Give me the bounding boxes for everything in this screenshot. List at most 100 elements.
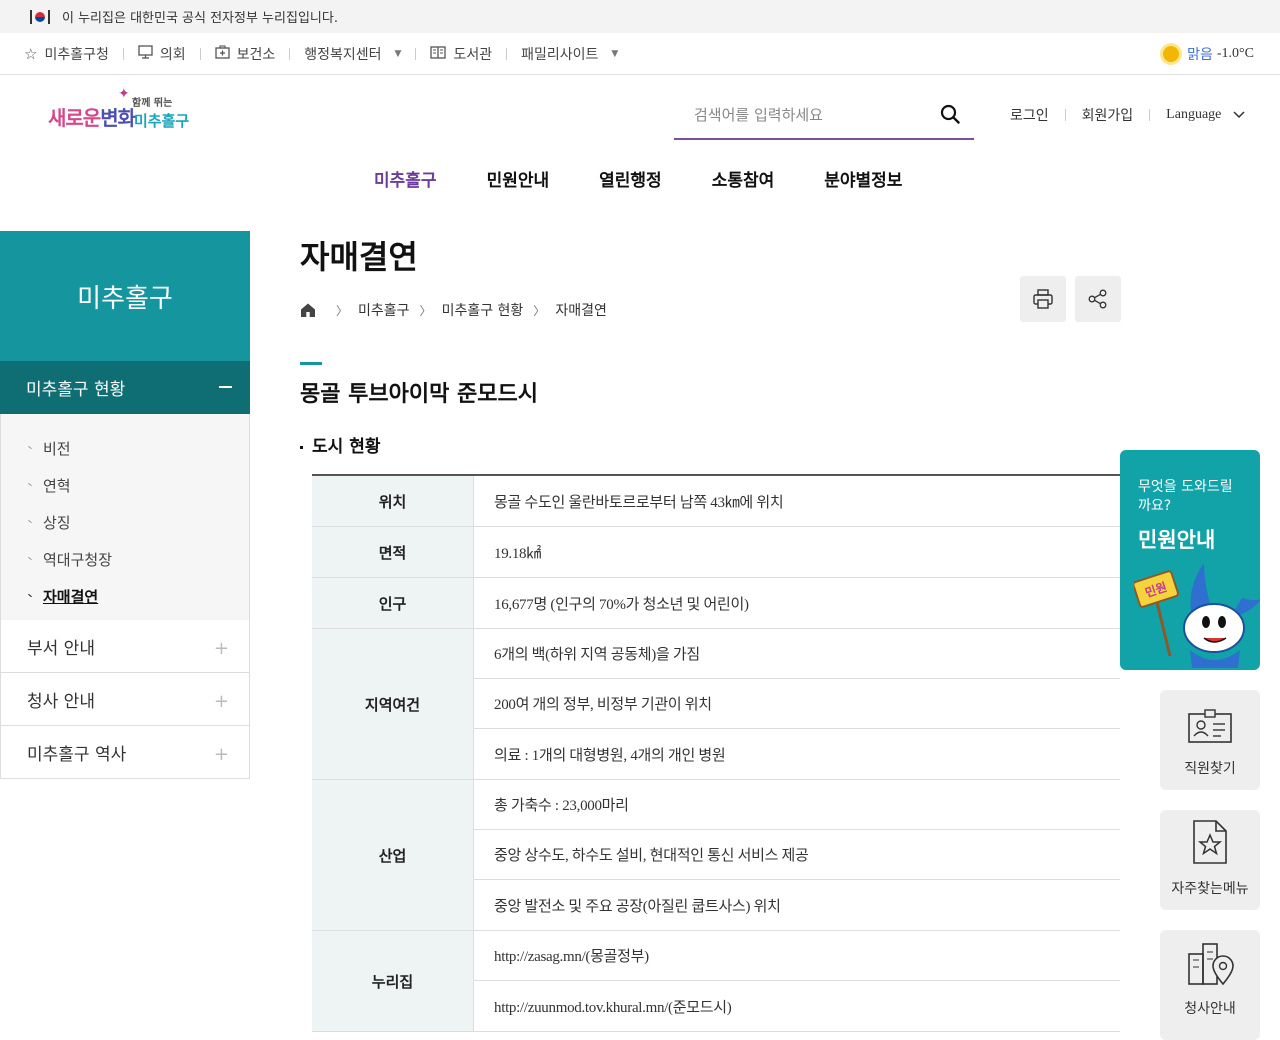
gnb-item-michuhol[interactable]: 미추홀구	[374, 166, 437, 191]
caret-down-icon: ▼	[611, 48, 619, 59]
plus-icon[interactable]: +	[214, 640, 229, 658]
bullet-icon	[300, 445, 303, 449]
main-nav: 미추홀구 민원안내 열린행정 소통참여 분야별정보	[374, 166, 952, 191]
divider	[1149, 109, 1151, 121]
util-item-library[interactable]: 도서관	[430, 44, 492, 64]
sidebar-sub-history[interactable]: 연혁	[1, 467, 249, 504]
sidebar-sub-former-mayors[interactable]: 역대구청장	[1, 541, 249, 578]
table-cell: 16,677명 (인구의 70%가 청소년 및 어린이)	[494, 596, 749, 613]
divider	[1064, 109, 1066, 121]
table-row: 지역여건 6개의 백(하위 지역 공동체)을 가짐 200여 개의 정부, 비정…	[312, 629, 1120, 780]
breadcrumb-item[interactable]: 미추홀구 현황	[442, 300, 524, 320]
divider	[199, 47, 201, 60]
sidebar-sub-sister-city[interactable]: 자매결연	[1, 578, 249, 615]
id-card-icon	[1188, 709, 1232, 743]
table-row: 산업 총 가축수 : 23,000마리 중앙 상수도, 하수도 설비, 현대적인…	[312, 780, 1120, 931]
sidebar-item-status[interactable]: 미추홀구 현황	[0, 361, 250, 414]
logo-subtext: 함께 뛰는	[132, 98, 173, 109]
sidebar-title: 미추홀구	[0, 231, 250, 361]
sidebar-item-departments[interactable]: 부서 안내 +	[0, 620, 250, 673]
util-item-family-site[interactable]: 패밀리사이트 ▼	[521, 44, 618, 64]
plus-icon[interactable]: +	[214, 746, 229, 764]
civil-question: 무엇을 도와드릴까요?	[1138, 479, 1233, 514]
korea-flag-icon	[30, 9, 50, 24]
section-accent-bar	[300, 362, 322, 365]
util-label: 패밀리사이트	[521, 46, 599, 63]
printer-icon	[1033, 289, 1053, 309]
divider	[122, 47, 124, 60]
util-item-office[interactable]: ☆ 미추홀구청	[24, 44, 109, 64]
share-icon	[1088, 289, 1107, 309]
city-info-table: 위치 몽골 수도인 울란바토르로부터 남쪽 43㎞에 위치 면적 19.18㎢ …	[312, 474, 1120, 1032]
star-document-icon	[1193, 820, 1227, 864]
favorite-menu-button[interactable]: 자주찾는메뉴	[1160, 810, 1260, 910]
weather-temperature: -1.0°C	[1216, 46, 1254, 61]
chevron-right-icon: 〉	[336, 303, 349, 318]
util-label: 행정복지센터	[304, 46, 382, 63]
sidebar-item-district-history[interactable]: 미추홀구 역사 +	[0, 726, 250, 779]
share-button[interactable]	[1075, 276, 1121, 322]
table-cell: 중앙 발전소 및 주요 공장(아질린 쿱트사스) 위치	[494, 898, 781, 915]
sidebar-item-label: 부서 안내	[27, 638, 95, 659]
table-cell: 의료 : 1개의 대형병원, 4개의 개인 병원	[494, 747, 726, 764]
table-cell: 중앙 상수도, 하수도 설비, 현대적인 통신 서비스 제공	[474, 830, 1120, 880]
gnb-item-communication[interactable]: 소통참여	[712, 166, 775, 191]
section-title: 몽골 투브아이막 준모드시	[300, 382, 538, 407]
search-input[interactable]	[694, 106, 924, 124]
sidebar-sub-symbol[interactable]: 상징	[1, 504, 249, 541]
search-bar	[674, 92, 974, 140]
collapse-icon[interactable]	[219, 386, 232, 388]
util-item-welfare-center[interactable]: 행정복지센터 ▼	[304, 44, 401, 64]
signup-link[interactable]: 회원가입	[1082, 105, 1134, 125]
star-icon: ☆	[24, 44, 38, 63]
table-cell: 몽골 수도인 울란바토르로부터 남쪽 43㎞에 위치	[494, 494, 784, 511]
sidebar-item-label: 미추홀구 현황	[26, 380, 126, 400]
mascot-icon: 민원	[1134, 563, 1260, 668]
staff-search-button[interactable]: 직원찾기	[1160, 690, 1260, 790]
auth-links: 로그인 회원가입 Language	[1010, 100, 1245, 130]
divider	[506, 47, 508, 60]
quick-label: 청사안내	[1184, 1001, 1236, 1017]
gnb-item-field-info[interactable]: 분야별정보	[824, 166, 902, 191]
logo-name: 미추홀구	[134, 112, 190, 130]
medical-icon	[214, 44, 230, 63]
language-select[interactable]: Language	[1166, 107, 1221, 123]
butterfly-icon: ✦	[118, 86, 130, 102]
search-icon[interactable]	[940, 104, 960, 124]
table-cell: 총 가축수 : 23,000마리	[474, 780, 1120, 830]
sidebar-item-building[interactable]: 청사 안내 +	[0, 673, 250, 726]
site-logo[interactable]: ✦ 새로운변화 함께 뛰는 미추홀구	[46, 86, 196, 138]
util-item-council[interactable]: 의회	[138, 44, 186, 64]
chevron-down-icon[interactable]	[1233, 108, 1245, 122]
sun-icon	[1163, 46, 1180, 62]
print-button[interactable]	[1020, 276, 1066, 322]
civil-service-banner[interactable]: 무엇을 도와드릴까요? 민원안내 민원	[1120, 450, 1260, 670]
table-link[interactable]: http://zasag.mn/(몽골정부)	[474, 931, 1120, 981]
util-label: 의회	[159, 46, 186, 63]
sidebar-item-label: 미추홀구 역사	[27, 744, 127, 765]
table-header-cell: 산업	[312, 780, 474, 930]
table-row: 위치 몽골 수도인 울란바토르로부터 남쪽 43㎞에 위치	[312, 476, 1120, 527]
login-link[interactable]: 로그인	[1010, 105, 1049, 125]
plus-icon[interactable]: +	[214, 693, 229, 711]
weather-state: 맑음	[1187, 47, 1213, 63]
breadcrumb-item[interactable]: 미추홀구	[358, 300, 410, 320]
table-header-cell: 누리집	[312, 931, 474, 1031]
gnb-item-civil[interactable]: 민원안내	[487, 166, 550, 191]
breadcrumb: 〉 미추홀구 〉 미추홀구 현황 〉 자매결연	[300, 300, 607, 320]
sidebar-sub-vision[interactable]: 비전	[1, 430, 249, 467]
table-row: 인구 16,677명 (인구의 70%가 청소년 및 어린이)	[312, 578, 1120, 629]
table-row: 면적 19.18㎢	[312, 527, 1120, 578]
home-icon[interactable]	[300, 302, 316, 318]
table-header-cell: 인구	[312, 578, 474, 628]
weather-widget: 맑음 -1.0°C	[1163, 33, 1254, 75]
util-label: 미추홀구청	[44, 46, 109, 63]
divider	[415, 47, 417, 60]
book-icon	[430, 45, 447, 63]
util-item-health[interactable]: 보건소	[214, 44, 276, 64]
logo-slogan: 새로운변화	[48, 106, 136, 130]
gnb-item-open-admin[interactable]: 열린행정	[599, 166, 662, 191]
gov-banner: 이 누리집은 대한민국 공식 전자정부 누리집입니다.	[0, 0, 1280, 33]
util-label: 보건소	[236, 46, 276, 63]
table-header-cell: 위치	[312, 476, 474, 526]
